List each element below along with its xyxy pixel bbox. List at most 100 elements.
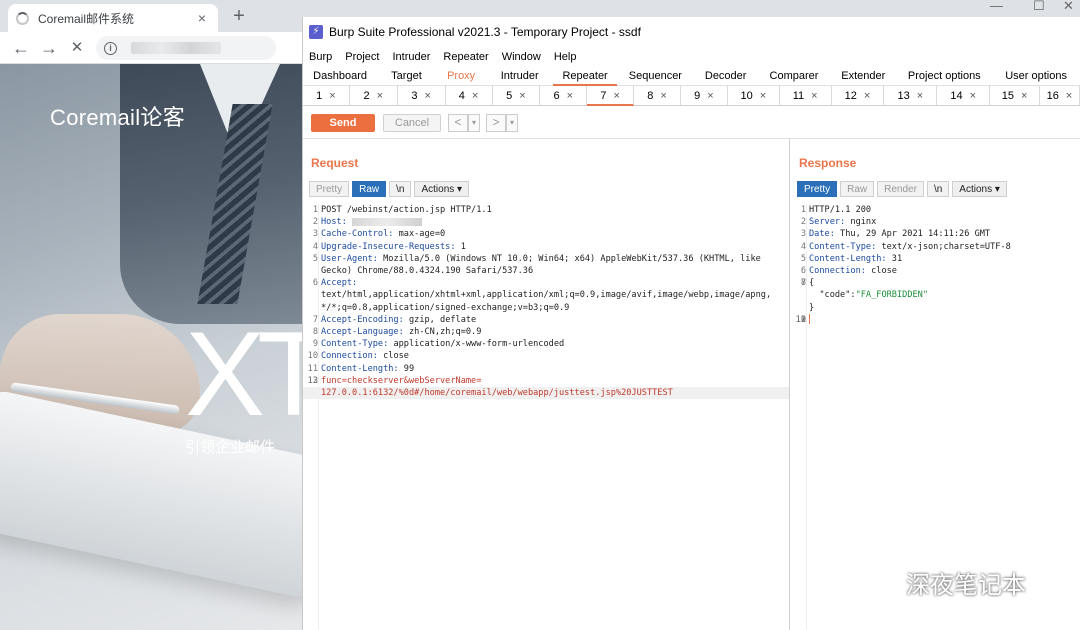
line-number: 6 <box>312 278 318 289</box>
line-number: 10 <box>307 351 318 362</box>
coremail-login-background: Coremail论客 XT 引领企业邮件 <box>0 64 302 630</box>
close-icon[interactable]: × <box>1066 90 1072 102</box>
line-text: Gecko) Chrome/88.0.4324.190 Safari/537.3… <box>321 266 534 277</box>
back-button[interactable]: ← <box>10 38 32 58</box>
tab-dashboard[interactable]: Dashboard <box>303 66 377 86</box>
header-key: Server: <box>809 217 846 228</box>
request-tab-2[interactable]: 2 × <box>350 86 398 106</box>
close-icon[interactable]: × <box>194 10 210 26</box>
close-icon[interactable]: × <box>614 90 620 102</box>
close-icon[interactable]: × <box>567 90 573 102</box>
header-key: Date: <box>809 229 835 240</box>
request-line: 8 Accept-Language: zh-CN,zh;q=0.9 <box>303 326 789 338</box>
request-tab-3[interactable]: 3 × <box>398 86 446 106</box>
tab-target[interactable]: Target <box>377 66 436 86</box>
response-render-tab[interactable]: Render <box>877 181 924 197</box>
tab-proxy[interactable]: Proxy <box>436 66 487 86</box>
history-forward-menu-button[interactable]: ▾ <box>506 114 518 132</box>
close-icon[interactable]: × <box>811 90 817 102</box>
close-icon[interactable]: × <box>917 90 923 102</box>
request-tab-9[interactable]: 9 × <box>681 86 728 106</box>
request-tab-14[interactable]: 14 × <box>937 86 991 106</box>
request-tab-6[interactable]: 6 × <box>540 86 588 106</box>
response-line: 1 HTTP/1.1 200 <box>791 204 1080 216</box>
tab-comparer[interactable]: Comparer <box>758 66 830 86</box>
response-raw-tab[interactable]: Raw <box>840 181 875 197</box>
response-line: } <box>791 302 1080 314</box>
request-tab-12[interactable]: 12 × <box>832 86 885 106</box>
close-icon[interactable]: × <box>1021 90 1027 102</box>
line-number: 2 <box>312 217 318 228</box>
request-tab-8[interactable]: 8 × <box>634 86 681 106</box>
browser-tab[interactable]: Coremail邮件系统 × <box>8 4 218 32</box>
request-tab-label: 8 <box>647 90 654 102</box>
new-tab-button[interactable]: + <box>228 5 250 27</box>
close-window-button[interactable]: ✕ <box>1063 0 1074 14</box>
forward-button[interactable]: → <box>38 38 60 58</box>
line-text: "code": <box>809 290 856 301</box>
line-number: 1 <box>800 205 806 215</box>
close-icon[interactable]: × <box>760 90 766 102</box>
address-bar[interactable]: i <box>96 36 276 60</box>
request-tab-11[interactable]: 11 × <box>780 86 832 106</box>
request-tab-10[interactable]: 10 × <box>728 86 780 106</box>
tab-user-options[interactable]: User options <box>992 66 1080 86</box>
history-back-menu-button[interactable]: ▾ <box>468 114 480 132</box>
history-back-button[interactable]: < <box>448 114 468 132</box>
line-number: 3 <box>312 229 318 240</box>
hero-glyph: XT <box>185 307 302 441</box>
request-tab-4[interactable]: 4 × <box>446 86 493 106</box>
request-actions-tab[interactable]: Actions ▾ <box>414 181 470 197</box>
tab-decoder[interactable]: Decoder <box>693 66 757 86</box>
line-text: Mozilla/5.0 (Windows NT 10.0; Win64; x64… <box>377 253 761 264</box>
request-tab-1[interactable]: 1 × <box>303 86 350 106</box>
menu-intruder[interactable]: Intruder <box>393 51 431 63</box>
loading-spinner-icon <box>16 11 29 25</box>
request-raw-tab[interactable]: Raw <box>352 181 387 197</box>
line-text: POST /webinst/action.jsp HTTP/1.1 <box>321 205 492 215</box>
maximize-button[interactable]: ☐ <box>1033 0 1045 14</box>
close-icon[interactable]: × <box>970 90 976 102</box>
menu-project[interactable]: Project <box>345 51 379 63</box>
tab-intruder[interactable]: Intruder <box>487 66 553 86</box>
menu-repeater[interactable]: Repeater <box>443 51 488 63</box>
request-newline-toggle[interactable]: \n <box>389 181 412 197</box>
line-number: 2 <box>800 217 806 228</box>
response-newline-toggle[interactable]: \n <box>926 181 950 197</box>
close-icon[interactable]: × <box>519 90 525 102</box>
line-number: 4 <box>800 241 806 252</box>
menu-help[interactable]: Help <box>554 51 577 63</box>
close-icon[interactable]: × <box>425 90 431 102</box>
request-line: 10 Connection: close <box>303 350 789 362</box>
request-tab-label: 12 <box>844 90 857 102</box>
menu-burp[interactable]: Burp <box>309 51 332 63</box>
stop-button[interactable]: ✕ <box>66 38 88 58</box>
close-icon[interactable]: × <box>377 90 383 102</box>
close-icon[interactable]: × <box>707 90 713 102</box>
tab-repeater[interactable]: Repeater <box>552 66 618 86</box>
tab-sequencer[interactable]: Sequencer <box>617 66 693 86</box>
redacted-url <box>131 42 221 54</box>
response-pretty-tab[interactable]: Pretty <box>797 181 838 197</box>
close-icon[interactable]: × <box>864 90 870 102</box>
minimize-button[interactable]: — <box>990 0 1003 13</box>
send-button[interactable]: Send <box>311 114 375 132</box>
response-actions-tab[interactable]: Actions ▾ <box>952 181 1007 197</box>
close-icon[interactable]: × <box>472 90 478 102</box>
request-tab-5[interactable]: 5 × <box>493 86 541 106</box>
close-icon[interactable]: × <box>660 90 666 102</box>
request-tab-7[interactable]: 7 × <box>587 86 635 106</box>
request-pretty-tab[interactable]: Pretty <box>309 181 350 197</box>
request-tab-13[interactable]: 13 × <box>884 86 938 106</box>
cancel-button[interactable]: Cancel <box>383 114 441 132</box>
history-forward-button[interactable]: > <box>486 114 506 132</box>
tab-project-options[interactable]: Project options <box>896 66 992 86</box>
text-cursor <box>809 314 810 325</box>
close-icon[interactable]: × <box>329 90 335 102</box>
menu-window[interactable]: Window <box>502 51 541 63</box>
request-tab-15[interactable]: 15 × <box>990 86 1041 106</box>
info-icon[interactable]: i <box>104 41 117 55</box>
request-editor[interactable]: 1 POST /webinst/action.jsp HTTP/1.1 2 Host:… <box>303 204 789 630</box>
tab-extender[interactable]: Extender <box>830 66 896 86</box>
request-tab-16[interactable]: 16 × <box>1040 86 1080 106</box>
